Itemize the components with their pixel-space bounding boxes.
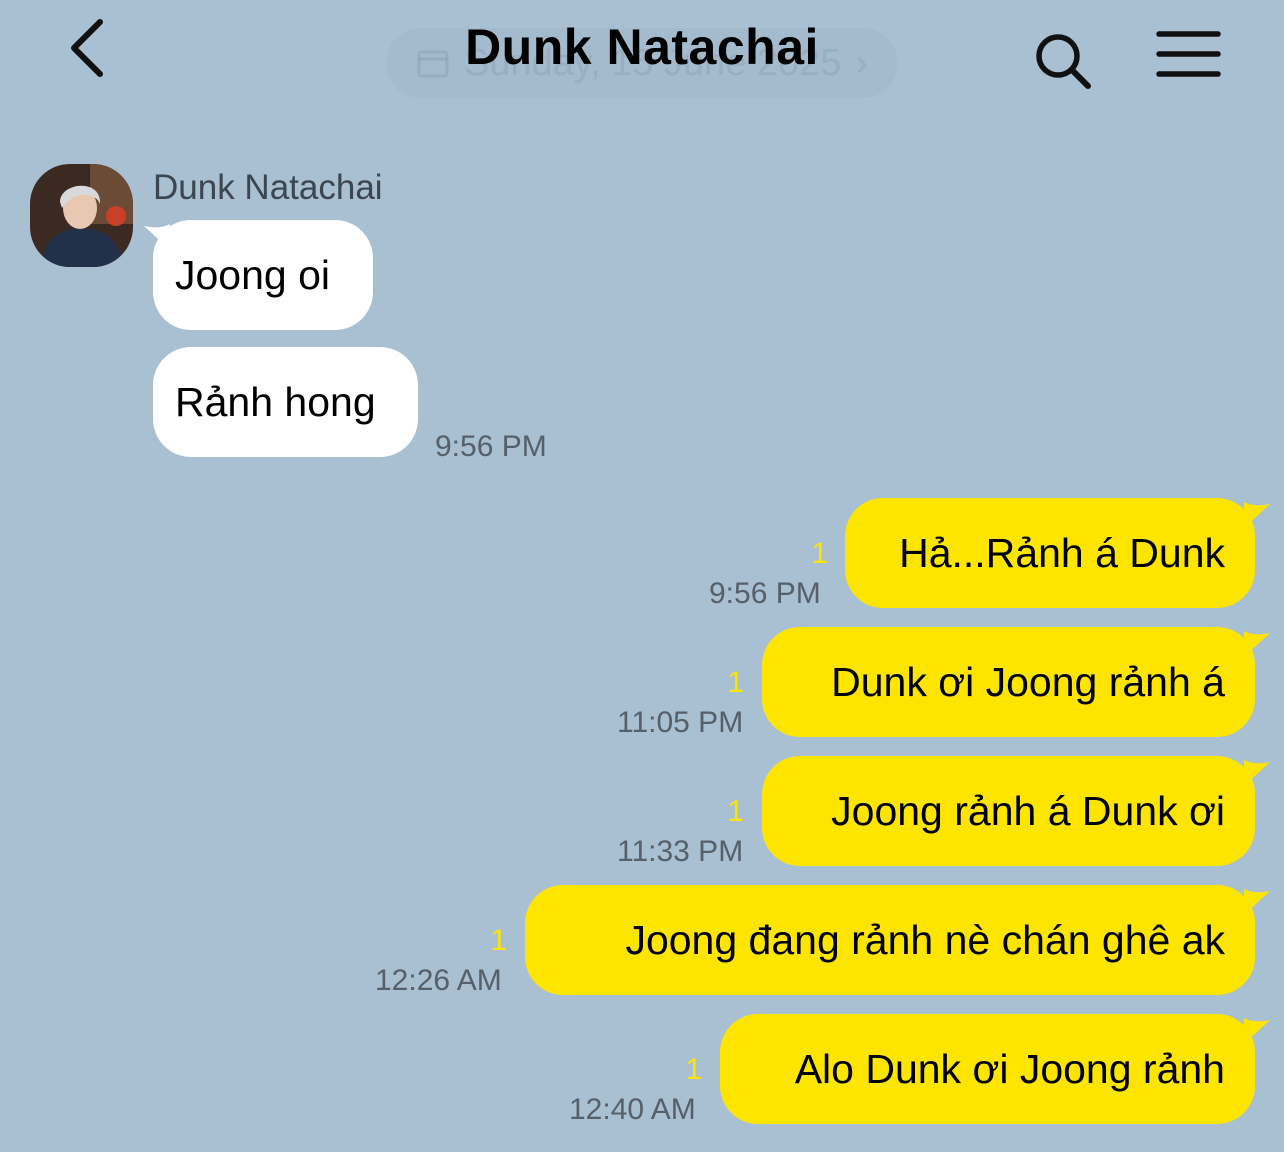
outgoing-message[interactable]: Hả...Rảnh á Dunk	[845, 498, 1255, 608]
message-text: Joong oi	[175, 251, 331, 298]
unread-count: 1	[727, 666, 744, 699]
message-time: 9:56 PM	[709, 577, 821, 610]
menu-button[interactable]	[1156, 30, 1222, 82]
sender-name: Dunk Natachai	[153, 168, 383, 207]
message-time: 9:56 PM	[435, 430, 547, 463]
message-text: Alo Dunk ơi Joong rảnh	[794, 1045, 1225, 1092]
outgoing-message[interactable]: Alo Dunk ơi Joong rảnh	[720, 1014, 1255, 1124]
incoming-message[interactable]: Joong oi	[153, 220, 373, 330]
message-time: 12:26 AM	[375, 964, 502, 997]
outgoing-message[interactable]: Joong đang rảnh nè chán ghê ak	[525, 885, 1255, 995]
avatar[interactable]	[30, 164, 133, 267]
outgoing-message[interactable]: Joong rảnh á Dunk ơi	[762, 756, 1255, 866]
unread-count: 1	[727, 795, 744, 828]
message-text: Dunk ơi Joong rảnh á	[831, 658, 1225, 705]
avatar-image	[30, 164, 133, 267]
unread-count: 1	[811, 537, 828, 570]
unread-count: 1	[685, 1053, 702, 1086]
search-icon	[1036, 34, 1091, 89]
incoming-message[interactable]: Rảnh hong	[153, 347, 418, 457]
message-time: 11:05 PM	[617, 706, 744, 739]
message-time: 11:33 PM	[617, 835, 744, 868]
unread-count: 1	[490, 924, 507, 957]
chat-header: Sunday, 15 June 2025 › Dunk Natachai	[0, 0, 1284, 110]
menu-icon	[1156, 31, 1221, 77]
message-text: Joong rảnh á Dunk ơi	[831, 787, 1225, 834]
message-time: 12:40 AM	[569, 1093, 696, 1126]
message-text: Hả...Rảnh á Dunk	[899, 529, 1225, 576]
message-text: Rảnh hong	[175, 378, 376, 425]
outgoing-message[interactable]: Dunk ơi Joong rảnh á	[762, 627, 1255, 737]
search-button[interactable]	[1030, 28, 1096, 94]
message-text: Joong đang rảnh nè chán ghê ak	[625, 916, 1225, 963]
